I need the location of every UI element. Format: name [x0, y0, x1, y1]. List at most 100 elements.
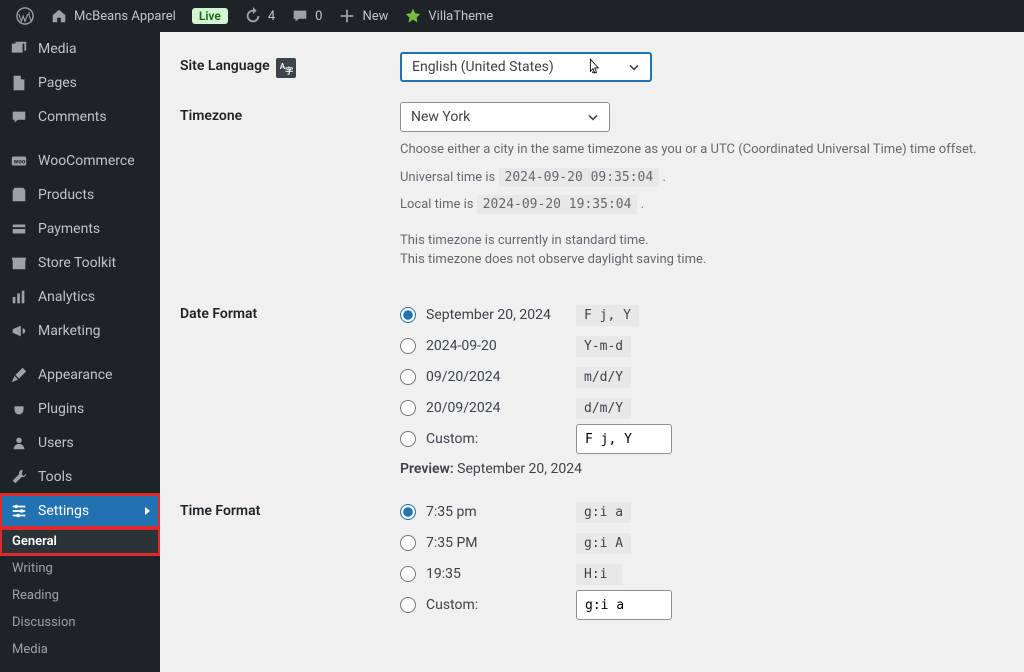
main-content: Site Language A字 English (United States)…: [160, 32, 1024, 672]
date-format-radio[interactable]: [400, 338, 416, 354]
sidebar-item-woocommerce[interactable]: woo WooCommerce: [0, 144, 160, 178]
brush-icon: [10, 366, 28, 384]
time-format-code: H:i: [576, 564, 622, 585]
sidebar-item-label: Settings: [38, 503, 89, 519]
date-format-label: Date Format: [180, 300, 400, 477]
date-format-option-3: 20/09/2024 d/m/Y: [400, 393, 1004, 424]
time-format-radio[interactable]: [400, 566, 416, 582]
submenu-item-discussion[interactable]: Discussion: [0, 609, 160, 636]
universal-time-value: 2024-09-20 09:35:04: [499, 168, 660, 187]
translate-icon: A字: [276, 58, 296, 78]
date-format-code: m/d/Y: [576, 367, 631, 388]
time-format-radio[interactable]: [400, 504, 416, 520]
date-format-option-1: 2024-09-20 Y-m-d: [400, 331, 1004, 362]
date-format-display: 09/20/2024: [426, 369, 566, 385]
site-language-label: Site Language A字: [180, 52, 400, 82]
time-format-option-0: 7:35 pm g:i a: [400, 497, 1004, 528]
refresh-icon: [244, 7, 262, 25]
date-format-custom-input[interactable]: [576, 424, 672, 454]
analytics-icon: [10, 288, 28, 306]
date-format-option-0: September 20, 2024 F j, Y: [400, 300, 1004, 331]
sidebar-item-payments[interactable]: Payments: [0, 212, 160, 246]
megaphone-icon: [10, 322, 28, 340]
wp-logo[interactable]: [8, 0, 42, 32]
villatheme-link[interactable]: VillaTheme: [396, 0, 501, 32]
home-icon: [50, 7, 68, 25]
updates-link[interactable]: 4: [236, 0, 283, 32]
submenu-label: Writing: [12, 561, 53, 576]
time-format-custom: Custom:: [400, 590, 1004, 621]
chevron-down-icon: [626, 59, 642, 75]
admin-sidebar: Media Pages Comments woo WooCommerce Pro…: [0, 32, 160, 672]
sidebar-item-label: Comments: [38, 109, 107, 125]
sidebar-item-comments[interactable]: Comments: [0, 100, 160, 134]
timezone-label: Timezone: [180, 102, 400, 270]
sidebar-item-marketing[interactable]: Marketing: [0, 314, 160, 348]
svg-text:字: 字: [285, 65, 293, 75]
time-format-option-1: 7:35 PM g:i A: [400, 528, 1004, 559]
sidebar-item-label: Tools: [38, 469, 72, 485]
submenu-item-writing[interactable]: Writing: [0, 555, 160, 582]
sidebar-item-label: Analytics: [38, 289, 95, 305]
submenu-label: Reading: [12, 588, 59, 603]
local-time-value: 2024-09-20 19:35:04: [477, 195, 638, 214]
media-icon: [10, 40, 28, 58]
plug-icon: [10, 400, 28, 418]
timezone-dst-note: This timezone does not observe daylight …: [400, 250, 1004, 270]
sidebar-item-plugins[interactable]: Plugins: [0, 392, 160, 426]
date-format-radio[interactable]: [400, 369, 416, 385]
sidebar-item-media[interactable]: Media: [0, 32, 160, 66]
chevron-down-icon: [585, 109, 601, 125]
date-format-code: Y-m-d: [576, 336, 631, 357]
date-format-display: September 20, 2024: [426, 307, 566, 323]
submenu-label: General: [12, 534, 57, 549]
new-link[interactable]: New: [330, 0, 396, 32]
site-name: McBeans Apparel: [74, 9, 176, 24]
comments-link[interactable]: 0: [283, 0, 330, 32]
woo-icon: woo: [10, 152, 28, 170]
sidebar-item-label: Media: [38, 41, 77, 57]
site-language-select[interactable]: English (United States): [400, 52, 652, 82]
sidebar-item-appearance[interactable]: Appearance: [0, 358, 160, 392]
timezone-row: Timezone New York Choose either a city i…: [180, 102, 1004, 270]
time-format-custom-label: Custom:: [426, 597, 566, 613]
date-format-radio-custom[interactable]: [400, 431, 416, 447]
sidebar-item-label: Payments: [38, 221, 100, 237]
time-format-radio-custom[interactable]: [400, 597, 416, 613]
submenu-item-reading[interactable]: Reading: [0, 582, 160, 609]
sidebar-item-label: Appearance: [38, 367, 112, 383]
time-format-option-2: 19:35 H:i: [400, 559, 1004, 590]
sidebar-item-products[interactable]: Products: [0, 178, 160, 212]
site-link[interactable]: McBeans Apparel: [42, 0, 184, 32]
sidebar-item-store-toolkit[interactable]: Store Toolkit: [0, 246, 160, 280]
sidebar-item-settings[interactable]: Settings: [0, 494, 160, 528]
time-format-display: 19:35: [426, 566, 566, 582]
date-format-radio[interactable]: [400, 400, 416, 416]
sidebar-item-users[interactable]: Users: [0, 426, 160, 460]
sidebar-item-tools[interactable]: Tools: [0, 460, 160, 494]
date-format-custom-label: Custom:: [426, 431, 566, 447]
payments-icon: [10, 220, 28, 238]
time-format-radio[interactable]: [400, 535, 416, 551]
comments-count: 0: [315, 9, 322, 24]
sidebar-item-label: WooCommerce: [38, 153, 135, 169]
time-format-code: g:i a: [576, 502, 631, 523]
live-status[interactable]: Live: [184, 0, 236, 32]
comment-icon: [10, 108, 28, 126]
sidebar-item-pages[interactable]: Pages: [0, 66, 160, 100]
timezone-select[interactable]: New York: [400, 102, 610, 132]
timezone-description: Choose either a city in the same timezon…: [400, 140, 1004, 160]
time-format-custom-input[interactable]: [576, 590, 672, 620]
sidebar-item-analytics[interactable]: Analytics: [0, 280, 160, 314]
submenu-item-media[interactable]: Media: [0, 636, 160, 663]
local-time: Local time is 2024-09-20 19:35:04 .: [400, 195, 1004, 215]
store-icon: [10, 254, 28, 272]
submenu-label: Media: [12, 642, 48, 657]
admin-bar: McBeans Apparel Live 4 0 New VillaTheme: [0, 0, 1024, 32]
svg-text:woo: woo: [14, 158, 26, 166]
products-icon: [10, 186, 28, 204]
page-icon: [10, 74, 28, 92]
time-format-row: Time Format 7:35 pm g:i a 7:35 PM g:i A …: [180, 497, 1004, 621]
submenu-item-general[interactable]: General: [0, 528, 160, 555]
date-format-radio[interactable]: [400, 307, 416, 323]
